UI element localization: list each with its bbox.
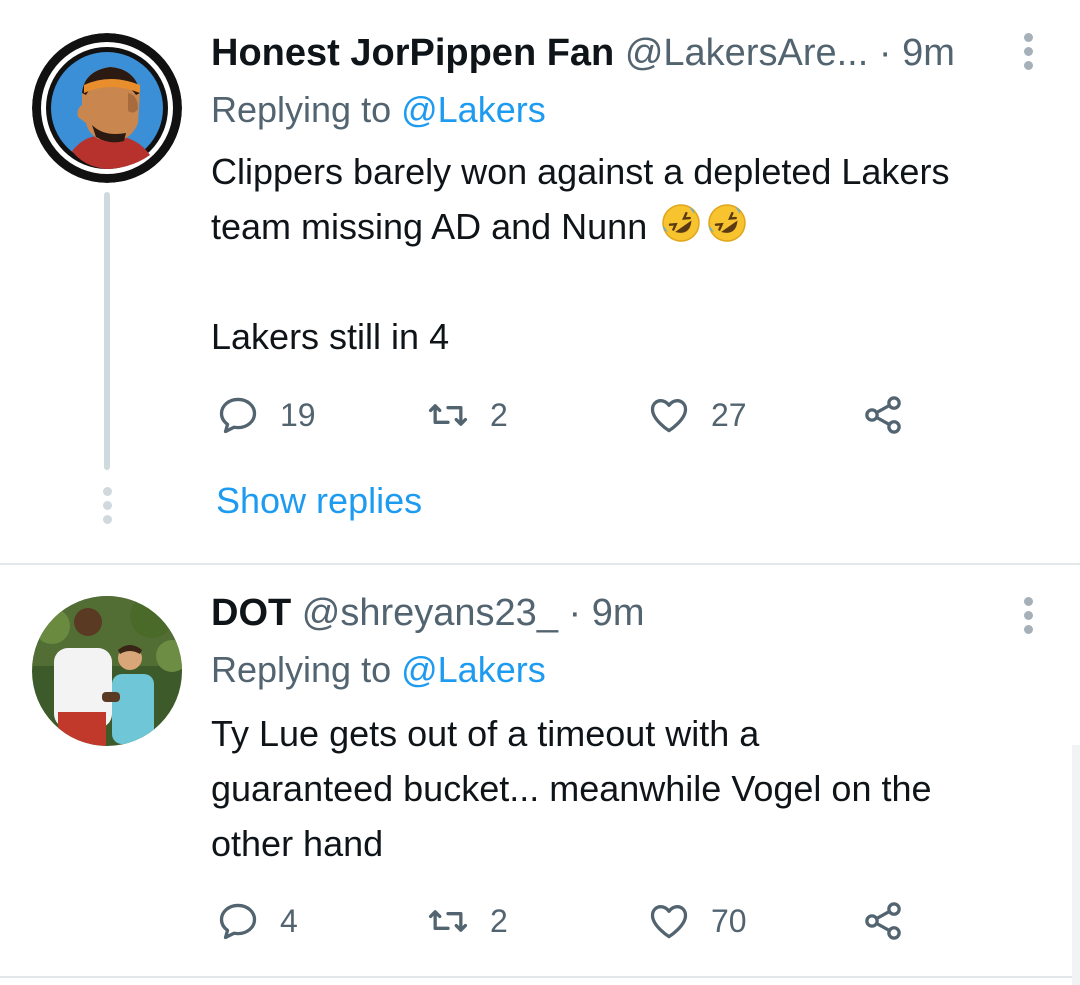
like-count: 27 [711, 396, 747, 433]
like-button[interactable]: 27 [647, 390, 747, 440]
tweet-header: Honest JorPippen Fan @LakersAre... · 9m [211, 30, 955, 76]
rolling-on-floor-laughing-emoji [662, 204, 700, 242]
thread-more-dots [103, 487, 113, 529]
handle[interactable]: @shreyans23_ [302, 592, 558, 634]
separator-dot: · [878, 32, 892, 74]
like-icon [650, 905, 688, 939]
display-name[interactable]: DOT [211, 592, 291, 634]
replying-to-label: Replying to [211, 649, 402, 690]
avatar-illustration [32, 33, 182, 183]
reply-button[interactable]: 4 [216, 896, 298, 946]
tweet-header: DOT @shreyans23_ · 9m [211, 590, 645, 636]
reply-count: 4 [280, 902, 298, 939]
tweet-text-line: Lakers still in 4 [211, 316, 450, 357]
scroll-region-edge [1072, 745, 1080, 985]
tweet[interactable]: Honest JorPippen Fan @LakersAre... · 9m … [0, 0, 1080, 563]
tweet-text: Clippers barely won against a depleted L… [211, 144, 1056, 364]
reply-icon [219, 397, 257, 434]
share-icon [865, 396, 901, 434]
divider [0, 976, 1080, 978]
tweet[interactable]: DOT @shreyans23_ · 9m Replying to @Laker… [0, 566, 1080, 976]
more-icon[interactable] [1022, 597, 1034, 639]
divider [0, 563, 1080, 565]
timestamp[interactable]: 9m [592, 592, 645, 634]
share-button[interactable] [861, 390, 905, 440]
replying-to-label: Replying to [211, 89, 402, 130]
timestamp[interactable]: 9m [902, 32, 955, 74]
separator-dot: · [568, 592, 582, 634]
reply-icon [219, 903, 257, 940]
tweet-text-line: team missing AD and Nunn [211, 206, 648, 247]
reply-button[interactable]: 19 [216, 390, 316, 440]
like-icon [650, 399, 688, 433]
avatar[interactable] [32, 596, 182, 746]
retweet-count: 2 [490, 396, 508, 433]
display-name[interactable]: Honest JorPippen Fan [211, 32, 614, 74]
tweet-text-line: other hand [211, 823, 384, 864]
tweet-actions: 4 2 70 [211, 896, 971, 946]
replying-to: Replying to @Lakers [211, 648, 546, 692]
like-button[interactable]: 70 [647, 896, 747, 946]
reply-count: 19 [280, 396, 316, 433]
show-replies-link[interactable]: Show replies [216, 480, 422, 522]
more-icon[interactable] [1022, 33, 1034, 75]
handle[interactable]: @LakersAre... [625, 32, 868, 74]
tweet-text-line: Clippers barely won against a depleted L… [211, 151, 950, 192]
thread-line [104, 192, 110, 470]
mention-link[interactable]: @Lakers [401, 649, 546, 690]
tweet-actions: 19 2 27 [211, 390, 971, 440]
retweet-count: 2 [490, 902, 508, 939]
tweet-text-line: Ty Lue gets out of a timeout with a [211, 713, 760, 754]
share-button[interactable] [861, 896, 905, 946]
share-icon [865, 902, 901, 940]
retweet-button[interactable]: 2 [426, 390, 508, 440]
tweet-text-line: guaranteed bucket... meanwhile Vogel on … [211, 768, 932, 809]
rolling-on-floor-laughing-emoji [708, 204, 746, 242]
retweet-icon [428, 404, 468, 426]
tweet-text: Ty Lue gets out of a timeout with a guar… [211, 706, 1056, 871]
retweet-button[interactable]: 2 [426, 896, 508, 946]
replying-to: Replying to @Lakers [211, 88, 546, 132]
mention-link[interactable]: @Lakers [401, 89, 546, 130]
avatar[interactable] [32, 33, 182, 183]
avatar-photo [32, 596, 182, 746]
retweet-icon [428, 910, 468, 932]
like-count: 70 [711, 902, 747, 939]
